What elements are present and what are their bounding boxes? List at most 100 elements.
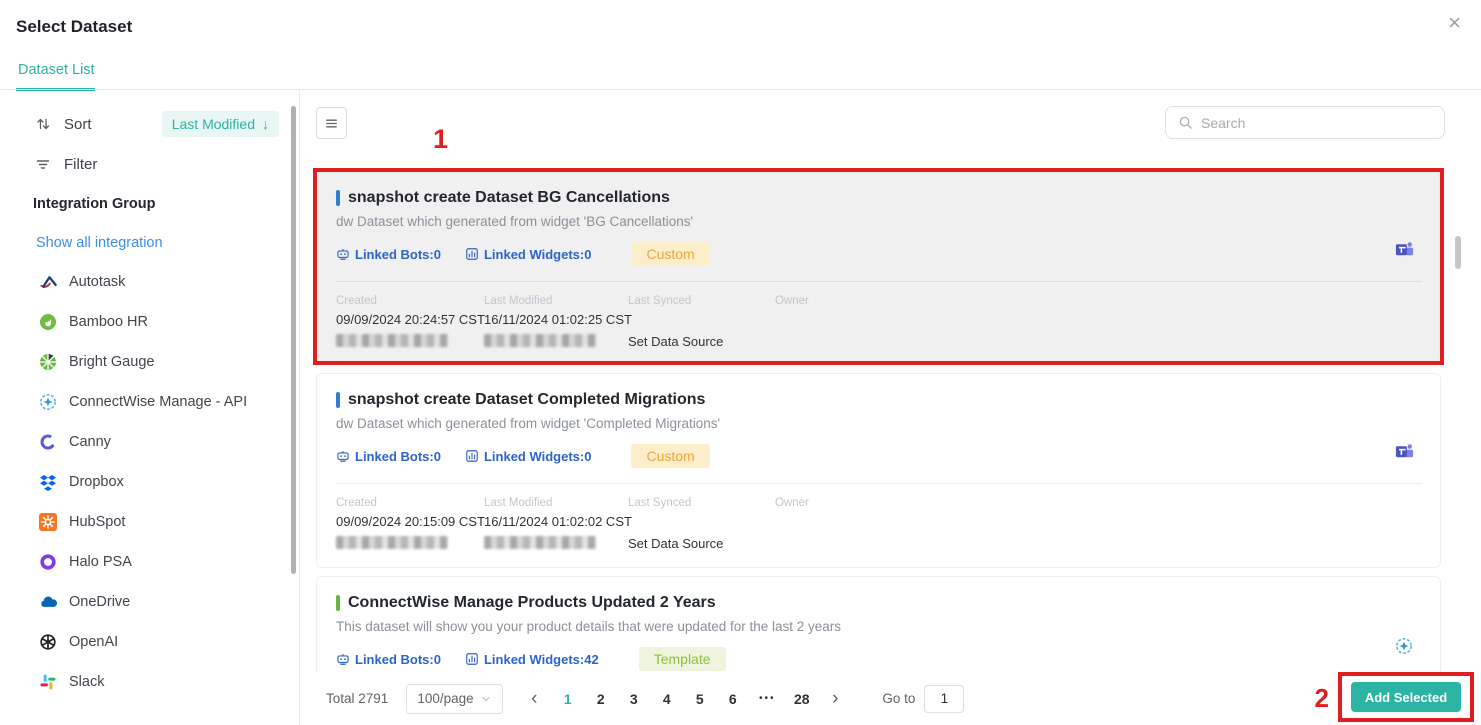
- dataset-title: snapshot create Dataset Completed Migrat…: [348, 391, 705, 409]
- linked-bots-label: Linked Bots:0: [355, 652, 441, 667]
- sidebar-item-connectwise-manage-api[interactable]: ConnectWise Manage - API: [0, 382, 299, 422]
- search-input[interactable]: [1201, 115, 1432, 131]
- main-scrollbar[interactable]: [1455, 236, 1461, 269]
- goto-label: Go to: [882, 691, 915, 706]
- card-accent-bar: [336, 595, 340, 611]
- created-value: 09/09/2024 20:15:09 CST: [336, 514, 484, 529]
- last-modified-label: Last Modified: [484, 497, 628, 509]
- dataset-card[interactable]: snapshot create Dataset Completed Migrat…: [316, 373, 1441, 568]
- created-value: 09/09/2024 20:24:57 CST: [336, 312, 484, 327]
- page-number-5[interactable]: 5: [683, 691, 716, 707]
- dataset-card[interactable]: ConnectWise Manage Products Updated 2 Ye…: [316, 576, 1441, 686]
- linked-bots-label: Linked Bots:0: [355, 449, 441, 464]
- page-number-28[interactable]: 28: [785, 691, 818, 707]
- sort-label: Sort: [64, 116, 92, 133]
- creator-name-redacted: [336, 536, 448, 549]
- goto-page-input[interactable]: [924, 685, 964, 713]
- hamburger-icon: [323, 115, 340, 132]
- dataset-description: This dataset will show you your product …: [336, 619, 1422, 634]
- prev-page-button[interactable]: ‹: [517, 689, 551, 708]
- sort-direction-icon: ↓: [262, 116, 269, 132]
- linked-widgets-link[interactable]: Linked Widgets:0: [465, 247, 592, 262]
- canny-icon: [38, 432, 58, 452]
- sidebar-item-label: Dropbox: [69, 474, 124, 490]
- close-icon[interactable]: ×: [1448, 12, 1461, 34]
- bot-icon: [336, 652, 350, 666]
- sidebar-item-label: ConnectWise Manage - API: [69, 394, 247, 410]
- sidebar-item-label: OneDrive: [69, 594, 130, 610]
- page-number-2[interactable]: 2: [584, 691, 617, 707]
- owner-label: Owner: [775, 295, 1422, 307]
- annotation-step-2: 2: [1315, 683, 1329, 714]
- sidebar-item-hubspot[interactable]: HubSpot: [0, 502, 299, 542]
- linked-bots-link[interactable]: Linked Bots:0: [336, 449, 441, 464]
- bot-icon: [336, 247, 350, 261]
- linked-widgets-link[interactable]: Linked Widgets:42: [465, 652, 599, 667]
- set-data-source-link[interactable]: Set Data Source: [628, 334, 775, 349]
- last-modified-label: Last Modified: [484, 295, 628, 307]
- dropbox-icon: [38, 472, 58, 492]
- page-number-4[interactable]: 4: [650, 691, 683, 707]
- last-synced-label: Last Synced: [628, 295, 775, 307]
- page-number-6[interactable]: 6: [716, 691, 749, 707]
- sidebar-item-dropbox[interactable]: Dropbox: [0, 462, 299, 502]
- dataset-type-badge: Template: [639, 647, 726, 671]
- dataset-card[interactable]: snapshot create Dataset BG Cancellations…: [317, 172, 1440, 361]
- add-selected-button[interactable]: Add Selected: [1351, 682, 1461, 712]
- dataset-type-badge: Custom: [631, 242, 709, 266]
- sidebar-item-label: Bright Gauge: [69, 354, 154, 370]
- sort-row[interactable]: Sort Last Modified ↓: [0, 104, 299, 144]
- connectwise-icon: [38, 392, 58, 412]
- sidebar-item-autotask[interactable]: Autotask: [0, 262, 299, 302]
- linked-widgets-label: Linked Widgets:42: [484, 652, 599, 667]
- filter-icon: [33, 156, 53, 172]
- modifier-name-redacted: [484, 334, 596, 347]
- page-size-value: 100/page: [417, 691, 473, 706]
- page-number-3[interactable]: 3: [617, 691, 650, 707]
- linked-widgets-link[interactable]: Linked Widgets:0: [465, 449, 592, 464]
- creator-name-redacted: [336, 334, 448, 347]
- list-view-toggle-button[interactable]: [316, 107, 347, 139]
- tab-dataset-list[interactable]: Dataset List: [16, 62, 95, 91]
- sort-value-dropdown[interactable]: Last Modified ↓: [162, 111, 279, 137]
- slack-icon: [38, 672, 58, 692]
- dataset-title: snapshot create Dataset BG Cancellations: [348, 189, 670, 207]
- sidebar-item-halo-psa[interactable]: Halo PSA: [0, 542, 299, 582]
- more-pages-icon[interactable]: •••: [749, 693, 785, 704]
- sidebar-item-openai[interactable]: OpenAI: [0, 622, 299, 662]
- page-number-1[interactable]: 1: [551, 691, 584, 707]
- page-size-select[interactable]: 100/page: [406, 684, 503, 714]
- linked-bots-link[interactable]: Linked Bots:0: [336, 247, 441, 262]
- sidebar-item-label: Bamboo HR: [69, 314, 148, 330]
- sidebar-scrollbar[interactable]: [291, 106, 296, 574]
- show-all-integration-link[interactable]: Show all integration: [0, 224, 299, 262]
- filter-row[interactable]: Filter: [0, 144, 299, 184]
- sidebar-item-label: HubSpot: [69, 514, 125, 530]
- sort-value: Last Modified: [172, 116, 255, 132]
- bright-gauge-icon: [38, 352, 58, 372]
- bamboo-hr-icon: [38, 312, 58, 332]
- search-box[interactable]: [1165, 106, 1445, 139]
- sidebar-item-label: Slack: [69, 674, 104, 690]
- sidebar-item-bamboo-hr[interactable]: Bamboo HR: [0, 302, 299, 342]
- filter-label: Filter: [64, 156, 97, 173]
- annotation-box-2: Add Selected: [1338, 672, 1474, 722]
- connectwise-icon: [1395, 637, 1414, 656]
- card-accent-bar: [336, 392, 340, 408]
- card-accent-bar: [336, 190, 340, 206]
- hubspot-icon: [38, 512, 58, 532]
- sidebar-item-slack[interactable]: Slack: [0, 662, 299, 702]
- next-page-button[interactable]: ›: [818, 689, 852, 708]
- sidebar-item-onedrive[interactable]: OneDrive: [0, 582, 299, 622]
- sort-icon: [33, 116, 53, 132]
- openai-icon: [38, 632, 58, 652]
- dataset-description: dw Dataset which generated from widget '…: [336, 416, 1422, 431]
- linked-bots-link[interactable]: Linked Bots:0: [336, 652, 441, 667]
- set-data-source-link[interactable]: Set Data Source: [628, 536, 775, 551]
- sidebar-item-bright-gauge[interactable]: Bright Gauge: [0, 342, 299, 382]
- ms-teams-icon: [1395, 442, 1414, 461]
- page-title: Select Dataset: [16, 17, 132, 37]
- main-panel: 1 snapshot create Dataset BG Cancellatio…: [300, 90, 1481, 725]
- sidebar-item-canny[interactable]: Canny: [0, 422, 299, 462]
- linked-widgets-label: Linked Widgets:0: [484, 247, 592, 262]
